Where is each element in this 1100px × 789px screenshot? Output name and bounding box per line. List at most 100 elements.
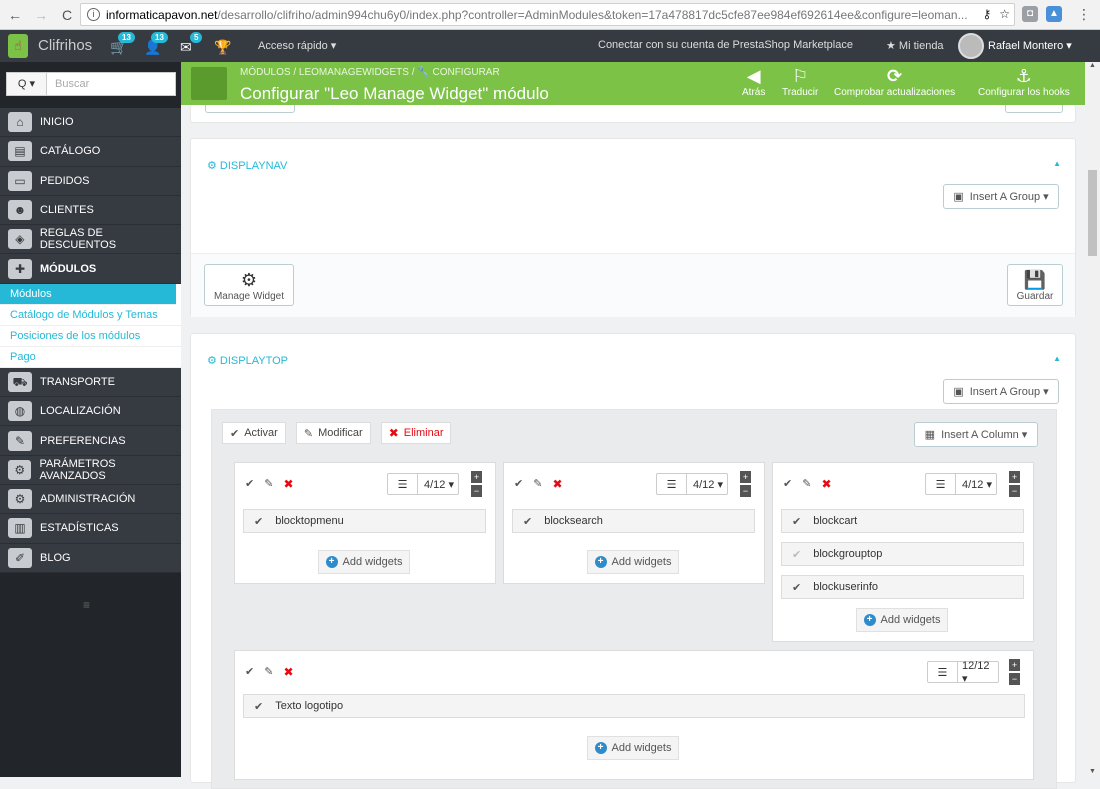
- width-stepper[interactable]: + −: [1009, 471, 1020, 499]
- extension-photo-icon[interactable]: ▲: [1046, 6, 1062, 22]
- submenu-item[interactable]: Posiciones de los módulos: [0, 326, 181, 347]
- shop-name[interactable]: Clifrihos: [38, 37, 92, 54]
- shop-logo-icon[interactable]: ☝: [8, 34, 28, 58]
- sidebar-item-parámetros-avanzados[interactable]: ⚙ Parámetros avanzados: [0, 455, 181, 485]
- sidebar-item-label: Módulos: [40, 262, 97, 275]
- browser-menu-icon[interactable]: ⋮: [1076, 6, 1092, 22]
- pencil-icon[interactable]: ✎: [264, 477, 273, 491]
- messages-icon[interactable]: ✉: [180, 39, 192, 56]
- widget-name: blocktopmenu: [275, 515, 344, 527]
- sidebar-item-estadísticas[interactable]: ▥ Estadísticas: [0, 514, 181, 544]
- width-stepper[interactable]: + −: [471, 471, 482, 499]
- check-icon[interactable]: ✔: [245, 477, 254, 491]
- info-icon[interactable]: i: [87, 8, 100, 21]
- width-stepper[interactable]: + −: [740, 471, 751, 499]
- close-icon[interactable]: ✖: [552, 477, 562, 491]
- save-button[interactable]: 💾 Guardar: [1007, 264, 1063, 306]
- column-width-select[interactable]: ☰ 12/12 ▾: [927, 660, 999, 685]
- plus-icon[interactable]: +: [740, 471, 751, 483]
- check-icon[interactable]: ✔: [783, 477, 792, 491]
- toolbar-check-updates-button[interactable]: ⟳ Comprobar actualizaciones: [834, 65, 955, 98]
- sidebar-item-clientes[interactable]: ☻ Clientes: [0, 195, 181, 226]
- minus-icon[interactable]: −: [740, 485, 751, 497]
- scroll-down-icon[interactable]: ▼: [1085, 768, 1100, 775]
- plus-icon[interactable]: +: [1009, 471, 1020, 483]
- sidebar-menu: ⌂ Inicio ▤ Catálogo ▭ Pedidos ☻ Clientes ◈ Reglas…: [0, 108, 181, 573]
- insert-group-button[interactable]: ▣ Insert A Group ▾: [943, 184, 1059, 209]
- add-widgets-button[interactable]: + Add widgets: [587, 550, 679, 574]
- manage-widget-button[interactable]: ⚙ Manage Widget: [204, 264, 294, 306]
- add-widgets-label: Add widgets: [611, 742, 672, 754]
- widget-item[interactable]: ✔ blocktopmenu: [243, 509, 486, 533]
- my-shop-link[interactable]: ★ Mi tienda: [886, 39, 944, 52]
- collapse-caret-icon[interactable]: ▲: [1053, 354, 1061, 363]
- toolbar-hooks-button[interactable]: ⚓ Configurar los hooks: [978, 65, 1070, 98]
- widget-item[interactable]: ✔ blocksearch: [512, 509, 755, 533]
- sidebar-item-reglas-de-descuentos[interactable]: ◈ Reglas de descuentos: [0, 225, 181, 255]
- submenu-item[interactable]: Catálogo de Módulos y Temas: [0, 305, 181, 326]
- add-widgets-button[interactable]: + Add widgets: [318, 550, 410, 574]
- minus-icon[interactable]: −: [1009, 673, 1020, 685]
- check-icon[interactable]: ✔: [514, 477, 523, 491]
- sidebar-item-localización[interactable]: ◍ Localización: [0, 397, 181, 427]
- search-input[interactable]: Buscar: [47, 73, 89, 95]
- width-stepper[interactable]: + −: [1009, 659, 1020, 687]
- address-bar[interactable]: i informaticapavon.net/desarrollo/clifri…: [80, 3, 1015, 26]
- activate-group-button[interactable]: ✔ Activar: [222, 422, 286, 444]
- avatar[interactable]: [958, 33, 984, 59]
- add-widgets-button[interactable]: + Add widgets: [856, 608, 948, 632]
- minus-icon[interactable]: −: [471, 485, 482, 497]
- sidebar-item-inicio[interactable]: ⌂ Inicio: [0, 108, 181, 138]
- back-arrow-icon[interactable]: ←: [4, 7, 26, 23]
- scrollbar-thumb[interactable]: [1088, 170, 1097, 256]
- modify-group-button[interactable]: ✎ Modificar: [295, 422, 371, 444]
- pencil-icon[interactable]: ✎: [533, 477, 542, 491]
- toolbar-translate-button[interactable]: ⚐ Traducir: [782, 65, 818, 98]
- delete-group-button[interactable]: ✖ Eliminar: [380, 422, 452, 444]
- widget-item[interactable]: ✔ blockcart: [781, 509, 1024, 533]
- add-widgets-button[interactable]: + Add widgets: [587, 736, 679, 760]
- column-width-select[interactable]: ☰ 4/12 ▾: [656, 473, 728, 495]
- collapse-sidebar-icon[interactable]: ≡: [83, 598, 90, 612]
- check-icon[interactable]: ✔: [245, 665, 254, 679]
- bookmark-star-icon[interactable]: ☆: [999, 7, 1010, 21]
- trophy-icon[interactable]: 🏆: [214, 39, 231, 56]
- minus-icon[interactable]: −: [1009, 485, 1020, 497]
- submenu-item[interactable]: Pago: [0, 347, 181, 368]
- sidebar-item-módulos[interactable]: ✚ Módulos: [0, 254, 181, 284]
- search-type-button[interactable]: Q ▾: [7, 73, 47, 95]
- sidebar-item-blog[interactable]: ✐ Blog: [0, 543, 181, 573]
- close-icon[interactable]: ✖: [283, 477, 293, 491]
- toolbar-back-button[interactable]: ◀ Atrás: [742, 65, 765, 98]
- quick-access-menu[interactable]: Acceso rápido ▾: [258, 39, 336, 52]
- pencil-icon[interactable]: ✎: [264, 665, 273, 679]
- user-menu[interactable]: Rafael Montero ▾: [988, 39, 1072, 52]
- sidebar-item-preferencias[interactable]: ✎ Preferencias: [0, 426, 181, 456]
- module-puzzle-icon: [191, 67, 227, 100]
- sidebar-item-catálogo[interactable]: ▤ Catálogo: [0, 137, 181, 167]
- widget-item-disabled[interactable]: ✔ blockgrouptop: [781, 542, 1024, 566]
- close-icon[interactable]: ✖: [821, 477, 831, 491]
- widget-item[interactable]: ✔ blockuserinfo: [781, 575, 1024, 599]
- extension-icon[interactable]: ◘: [1022, 6, 1038, 22]
- sidebar-item-administración[interactable]: ⚙ Administración: [0, 484, 181, 515]
- marketplace-link[interactable]: Conectar con su cuenta de PrestaShop Mar…: [598, 39, 853, 51]
- column-width-select[interactable]: ☰ 4/12 ▾: [925, 473, 997, 495]
- insert-column-button[interactable]: ▦ Insert A Column ▾: [914, 422, 1038, 447]
- insert-group-button[interactable]: ▣ Insert A Group ▾: [943, 379, 1059, 404]
- reload-icon[interactable]: C: [56, 7, 78, 23]
- key-icon[interactable]: ⚷: [982, 7, 991, 21]
- close-icon[interactable]: ✖: [283, 665, 293, 679]
- column-width-select[interactable]: ☰ 4/12 ▾: [387, 473, 459, 495]
- plus-icon[interactable]: +: [1009, 659, 1020, 671]
- pencil-icon[interactable]: ✎: [802, 477, 811, 491]
- scroll-up-icon[interactable]: ▲: [1085, 62, 1100, 69]
- forward-arrow-icon[interactable]: →: [30, 7, 52, 23]
- plus-icon[interactable]: +: [471, 471, 482, 483]
- collapse-caret-icon[interactable]: ▲: [1053, 159, 1061, 168]
- page-scrollbar[interactable]: ▲ ▼: [1085, 62, 1100, 777]
- submenu-item[interactable]: Módulos: [0, 283, 176, 305]
- widget-item[interactable]: ✔ Texto logotipo: [243, 694, 1025, 718]
- sidebar-item-pedidos[interactable]: ▭ Pedidos: [0, 166, 181, 196]
- sidebar-item-transporte[interactable]: ⛟ Transporte: [0, 367, 181, 398]
